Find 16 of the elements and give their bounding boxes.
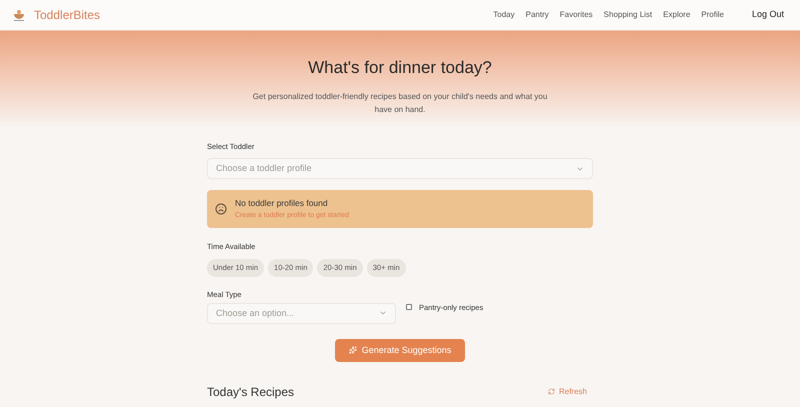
nav-link[interactable]: Favorites bbox=[560, 9, 593, 21]
sparkle-icon bbox=[348, 346, 357, 354]
nav-link[interactable]: Explore bbox=[663, 9, 690, 21]
sad-face-icon bbox=[215, 203, 227, 216]
checkbox[interactable] bbox=[406, 304, 412, 310]
logout-button[interactable]: Log Out bbox=[752, 8, 784, 22]
section-title: Today's Recipes bbox=[207, 384, 294, 401]
bowl-logo-icon bbox=[12, 8, 26, 22]
nav-link[interactable]: Pantry bbox=[526, 9, 549, 21]
nav-link[interactable]: Shopping List bbox=[604, 9, 652, 21]
hero-subtitle: Get personalized toddler-friendly recipes based on your child's needs and what you have on hand. bbox=[252, 90, 548, 116]
nav-link[interactable]: Profile bbox=[701, 9, 724, 21]
notice-title: No toddler profiles found bbox=[235, 196, 329, 210]
nav-link[interactable]: Today bbox=[493, 9, 515, 21]
refresh-icon bbox=[548, 388, 555, 396]
hero-title: What's for dinner today? bbox=[308, 57, 492, 79]
